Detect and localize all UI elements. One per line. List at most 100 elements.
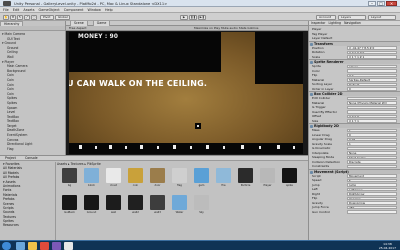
tab-lighting[interactable]: Lighting [329,21,342,26]
asset-tile[interactable]: coin [126,168,145,190]
start-button[interactable] [2,242,11,250]
rotate-tool-icon[interactable]: ↻ [17,14,23,20]
asset-tile[interactable]: fire [214,168,233,190]
folder-icon[interactable] [28,242,37,250]
close-button[interactable]: × [386,1,397,6]
asset-tile[interactable]: wall2 [126,195,145,217]
property-value-field[interactable]: player [347,64,397,68]
property-value-field[interactable] [347,164,397,168]
asset-label: Particle [240,184,251,187]
asset-tile[interactable]: wall3 [148,195,167,217]
asset-tile[interactable]: bg [60,168,79,190]
property-label: Is Kinematic [312,146,331,150]
property-value-field[interactable]: 1 [347,128,397,132]
property-value-field[interactable]: 0.05 [347,137,397,141]
global-toggle[interactable]: Global [55,14,70,20]
unity-app-icon [3,1,11,6]
clock[interactable]: 14:38 25.04.2017 [379,242,396,250]
asset-tile[interactable]: wall [104,195,123,217]
asset-tile[interactable]: Sky [192,195,211,217]
property-value-field[interactable]: Start Awake [347,155,397,159]
hand-tool-icon[interactable]: ✋ [3,14,9,20]
property-value-field[interactable]: RightArrow [347,192,397,196]
tab-console[interactable]: Console [22,156,41,161]
floor-coin [206,145,209,149]
hierarchy-item[interactable]: Flag [0,147,65,152]
property-label: Order in Layer [312,86,334,91]
tab-inspector[interactable]: Inspector [311,21,325,26]
game-view-options[interactable]: Maximize on Play Mute audio Stats Gizmos [194,26,258,31]
project-folder[interactable]: Resources [0,223,55,227]
rect-tool-icon[interactable]: ▢ [31,14,37,20]
play-button[interactable]: ▶ [180,14,188,20]
property-value-field[interactable] [347,210,397,214]
asset-tile[interactable]: door [148,168,167,190]
project-breadcrumb: Assets ▸ Textures ▸ PlkSprite [57,162,101,166]
property-value-field[interactable] [347,105,397,109]
asset-thumbnail [260,168,275,183]
asset-label: door [154,184,161,187]
property-value-field[interactable]: Default [347,82,397,86]
unity-icon[interactable] [64,242,73,250]
asset-tile[interactable]: Ground [82,195,101,217]
property-value-field[interactable]: LeftArrow [347,187,397,191]
ceiling-hint-text: U CAN WALK ON THE CEILING. [69,79,208,88]
property-value-field[interactable]: X 1 Y 1 Z 1 [347,55,397,59]
asset-thumbnail [128,195,143,210]
property-value-field[interactable]: UpArrow [347,196,397,200]
property-value-field[interactable]: None (Physics Material 2D) [347,101,397,105]
tab-project[interactable]: Project [2,156,19,161]
move-tool-icon[interactable]: ✥ [10,14,16,20]
asset-label: Sky [199,211,204,214]
asset-tile[interactable]: Particle [236,168,255,190]
property-value-field[interactable]: Sprites-Default [347,78,397,82]
property-value-field[interactable]: X 0 Y 0 Z 0 [347,50,397,54]
property-value-field[interactable] [347,96,397,100]
money-counter: MONEY : 90 [78,33,119,40]
layers-dropdown[interactable]: Layers [338,14,366,20]
tab-navigation[interactable]: Navigation [344,21,361,26]
asset-tile[interactable]: cloud [104,168,123,190]
property-label: Constraints [312,164,330,168]
property-value-field[interactable]: X 0 Y 0 [347,114,397,118]
asset-tile[interactable]: spike [280,168,299,190]
minimize-button[interactable]: – [368,1,376,6]
property-value-field[interactable]: None [347,151,397,155]
browser-icon[interactable] [40,242,49,250]
step-button[interactable]: ▶❚ [198,14,206,20]
property-value-field[interactable] [347,110,397,114]
scale-tool-icon[interactable]: ⤢ [24,14,30,20]
asset-tile[interactable]: Player [258,168,277,190]
account-dropdown[interactable]: Account [316,14,336,20]
asset-thumbnail [62,195,77,210]
property-value-field[interactable]: Movement [347,174,397,178]
visual-studio-icon[interactable] [52,242,61,250]
asset-tile[interactable]: Water [170,195,189,217]
property-value-field[interactable]: X 1 Y 1 [347,119,397,123]
property-value-field[interactable]: 5 [347,178,397,182]
property-value-field[interactable]: X Y [347,73,397,77]
property-value-field[interactable] [347,69,397,73]
layout-dropdown[interactable]: Layout [368,14,396,20]
maximize-button[interactable]: □ [377,1,385,6]
property-value-field[interactable]: DownArrow [347,201,397,205]
pivot-toggle[interactable]: Pivot [40,14,54,20]
property-value-field[interactable]: Discrete [347,160,397,164]
property-value-field[interactable] [347,146,397,150]
asset-tile[interactable]: GuiBack [60,195,79,217]
asset-tile[interactable]: gem [192,168,211,190]
asset-tile[interactable]: block [82,168,101,190]
property-value-field[interactable]: Jump [347,183,397,187]
property-value-field[interactable]: 0 [347,133,397,137]
project-tabs: Project Console [0,156,308,161]
property-value-field[interactable]: X -41.47 Y 8.5 Z 0 [347,46,397,50]
pause-button[interactable]: ❚❚ [189,14,197,20]
property-label: Is Trigger [312,105,326,109]
aspect-dropdown[interactable]: Free Aspect [69,26,87,31]
property-value-field[interactable]: 250 [347,205,397,209]
game-viewport[interactable]: MONEY : 90 U CAN WALK ON THE CEILING. [69,32,303,154]
property-value-field[interactable]: 0 [347,87,397,91]
explorer-icon[interactable] [16,242,25,250]
asset-tile[interactable]: flag [170,168,189,190]
property-value-field[interactable]: 1 [347,142,397,146]
